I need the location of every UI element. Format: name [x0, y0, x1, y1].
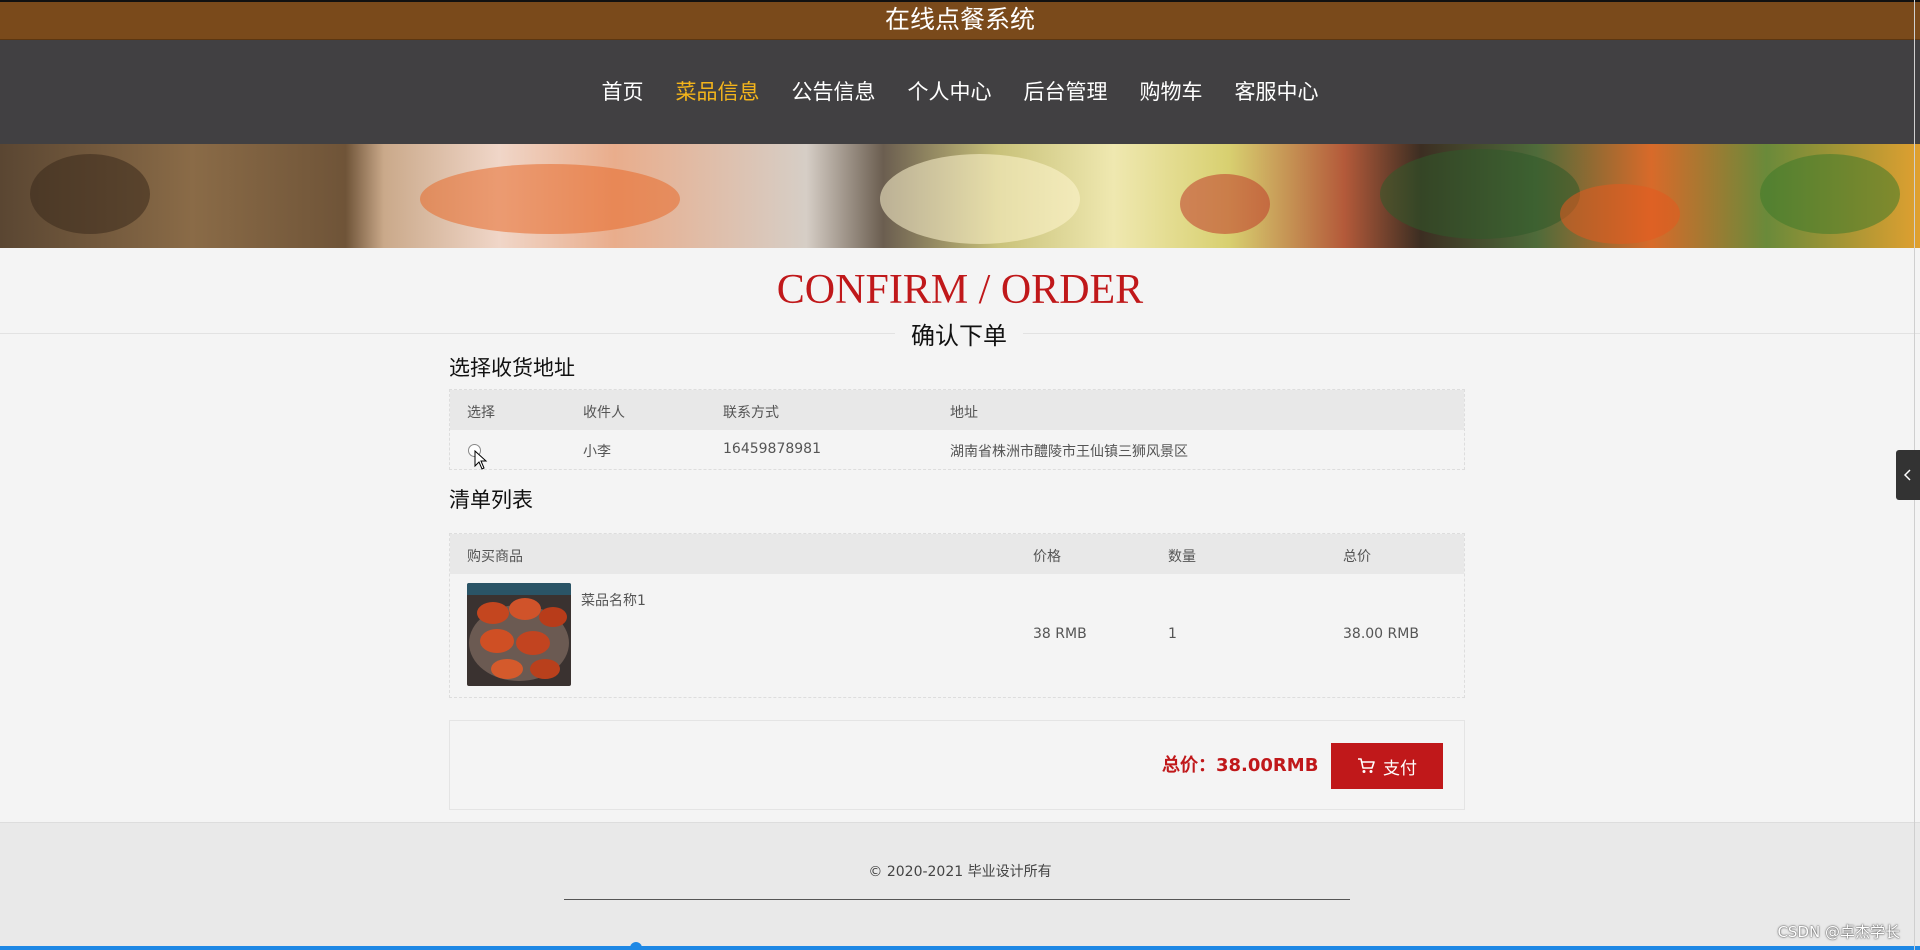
contact-phone: 16459878981	[723, 441, 821, 457]
site-title: 在线点餐系统	[884, 5, 1035, 34]
nav-item-admin[interactable]: 后台管理	[1008, 77, 1124, 107]
nav-item-announcements[interactable]: 公告信息	[776, 77, 892, 107]
footer: © 2020-2021 毕业设计所有	[0, 822, 1920, 950]
address-section-title: 选择收货地址	[449, 356, 575, 380]
column-header-select: 选择	[467, 405, 495, 421]
order-table-header: 购买商品 价格 数量 总价	[450, 534, 1464, 574]
order-summary: 总价：38.00RMB 支付	[449, 720, 1465, 810]
dish-price: 38 RMB	[1033, 626, 1087, 642]
column-header-price: 价格	[1033, 549, 1061, 565]
dish-name: 菜品名称1	[581, 593, 646, 609]
chevron-left-icon	[1903, 469, 1911, 481]
food-banner-image	[0, 144, 1920, 248]
nav-item-profile[interactable]: 个人中心	[892, 77, 1008, 107]
cart-icon	[1358, 758, 1375, 773]
total-price: 总价：38.00RMB	[1162, 755, 1319, 776]
address-text: 湖南省株洲市醴陵市王仙镇三狮风景区	[950, 444, 1188, 460]
column-header-address: 地址	[950, 405, 978, 421]
dish-quantity: 1	[1168, 626, 1177, 642]
pay-button[interactable]: 支付	[1331, 743, 1443, 789]
column-header-product: 购买商品	[467, 549, 523, 565]
order-table: 购买商品 价格 数量 总价 菜品名称1 38 RMB 1 38.00 RMB	[449, 533, 1465, 698]
page-header: CONFIRM / ORDER 确认下单	[0, 248, 1920, 351]
footer-divider	[564, 899, 1350, 900]
nav-item-home[interactable]: 首页	[586, 77, 660, 107]
column-header-contact: 联系方式	[723, 405, 779, 421]
side-toggle-button[interactable]	[1896, 450, 1920, 500]
nav-item-cart[interactable]: 购物车	[1124, 77, 1219, 107]
page-title-cn: 确认下单	[895, 316, 1023, 351]
copyright-text: © 2020-2021 毕业设计所有	[868, 864, 1052, 880]
receiver-name: 小李	[583, 444, 611, 460]
table-row: 小李 16459878981 湖南省株洲市醴陵市王仙镇三狮风景区	[450, 430, 1464, 470]
column-header-quantity: 数量	[1168, 549, 1196, 565]
watermark-text: CSDN @卓杰学长	[1777, 923, 1900, 941]
nav-item-service[interactable]: 客服中心	[1219, 77, 1335, 107]
order-list-section-title: 清单列表	[449, 488, 533, 512]
column-header-total: 总价	[1343, 549, 1371, 565]
address-table: 选择 收件人 联系方式 地址 小李 16459878981 湖南省株洲市醴陵市王…	[449, 389, 1465, 470]
nav-item-dishes[interactable]: 菜品信息	[660, 77, 776, 107]
scrollbar-track[interactable]	[0, 946, 1920, 950]
pay-button-label: 支付	[1383, 758, 1417, 779]
mouse-cursor-icon	[474, 450, 488, 470]
table-row: 菜品名称1 38 RMB 1 38.00 RMB	[450, 574, 1464, 698]
title-bar: 在线点餐系统	[0, 2, 1920, 40]
page-title-en: CONFIRM / ORDER	[776, 267, 1144, 313]
address-table-header: 选择 收件人 联系方式 地址	[450, 390, 1464, 430]
column-header-receiver: 收件人	[583, 405, 625, 421]
dish-thumbnail-image[interactable]	[467, 583, 571, 686]
dish-total: 38.00 RMB	[1343, 626, 1419, 642]
main-nav: 首页 菜品信息 公告信息 个人中心 后台管理 购物车 客服中心	[0, 40, 1920, 144]
